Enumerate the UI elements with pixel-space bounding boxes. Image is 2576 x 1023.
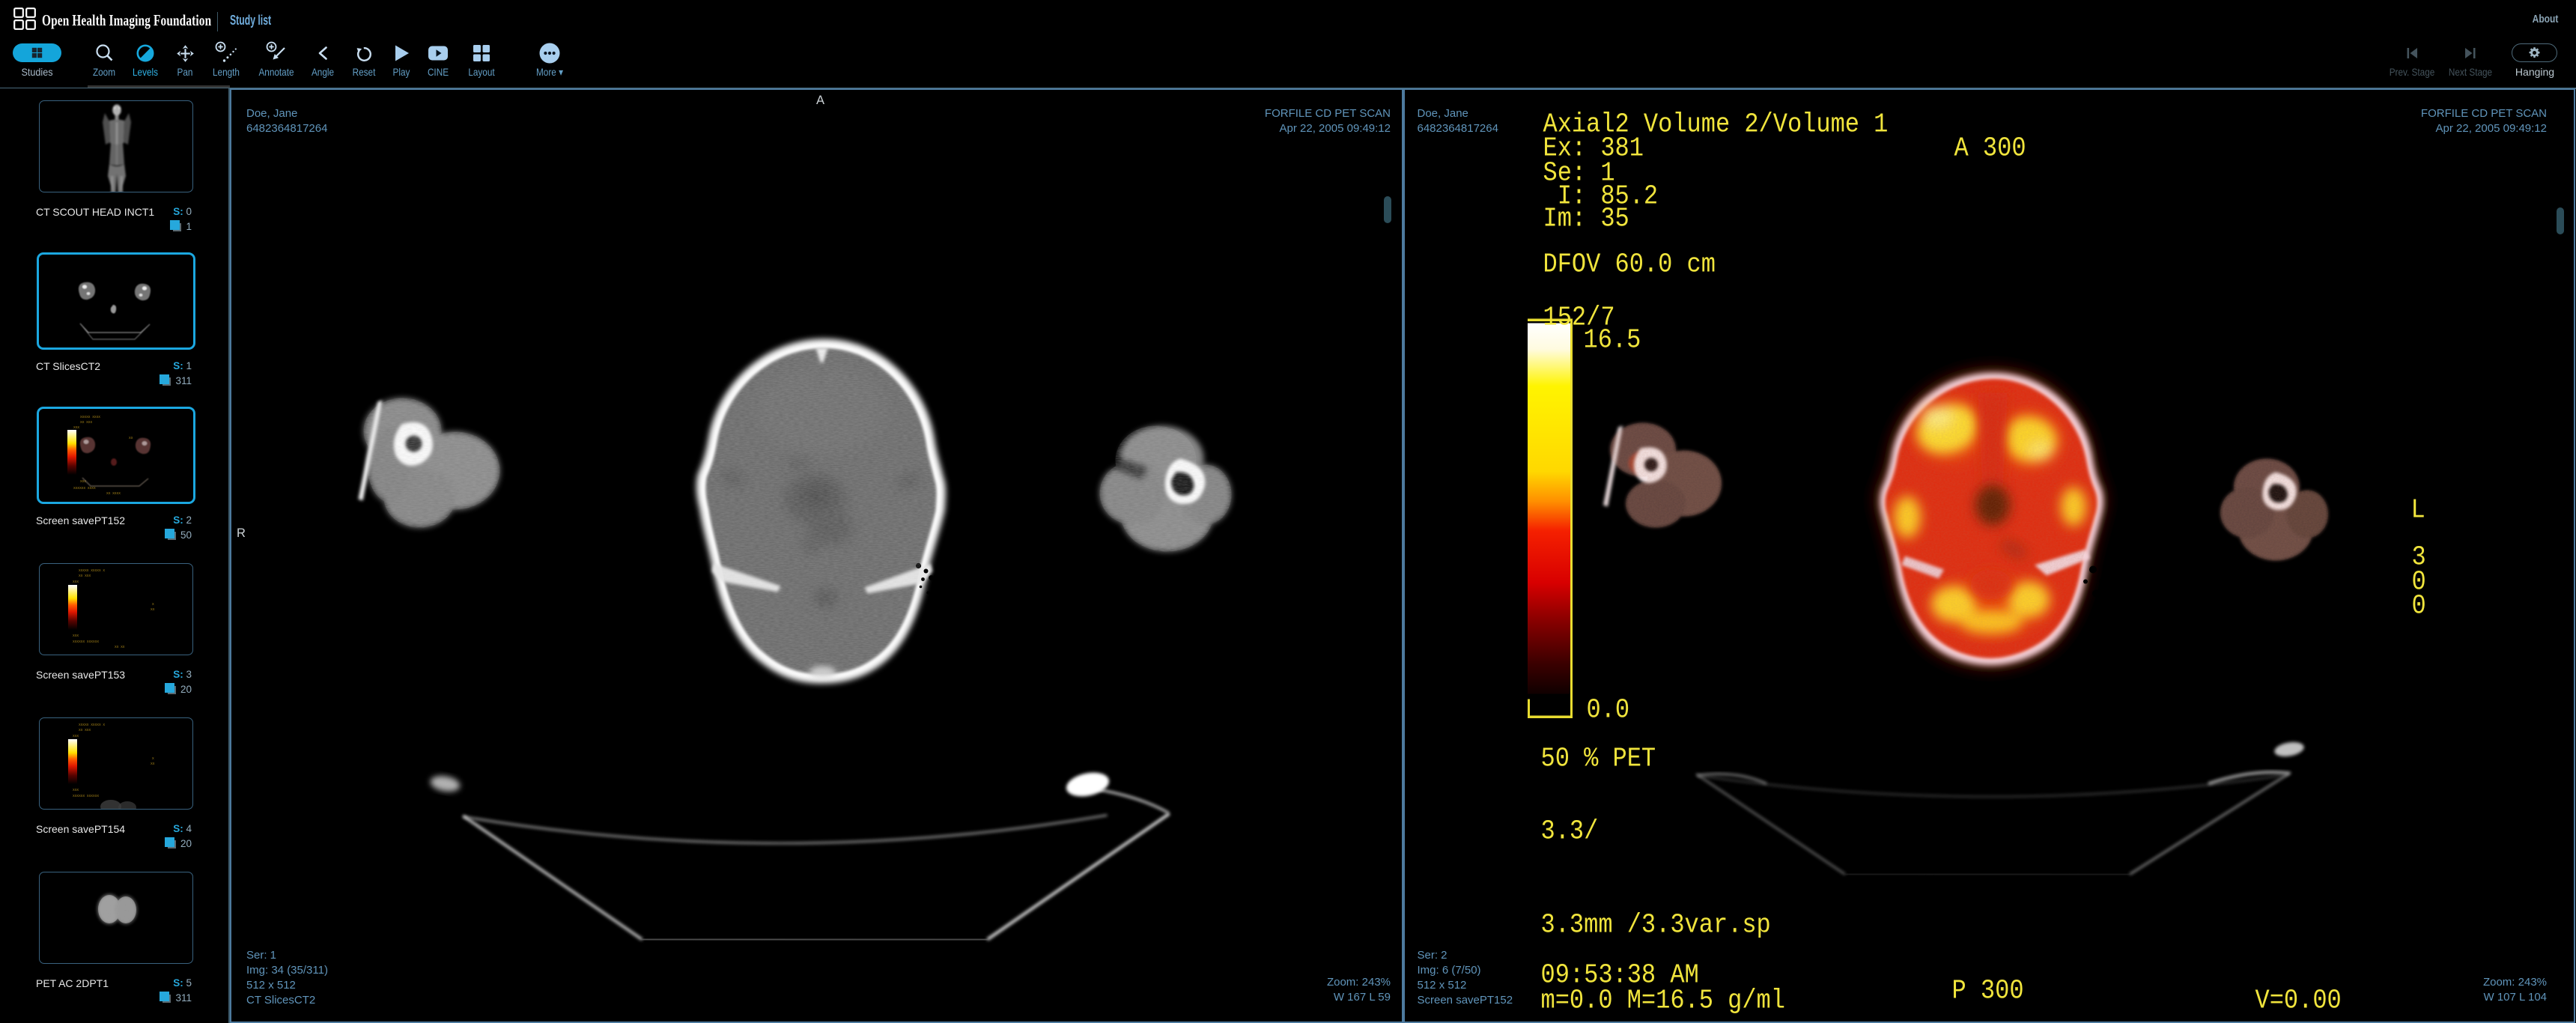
svg-text:XXX: XXX xyxy=(73,634,79,638)
svg-text:XXX: XXX xyxy=(73,788,79,792)
svg-text:XXX: XXX xyxy=(73,580,79,584)
svg-text:X: X xyxy=(152,756,154,761)
svg-text:XXXXXX XXXXXX: XXXXXX XXXXXX xyxy=(73,640,99,644)
svg-text:XX XXX: XX XXX xyxy=(79,728,91,732)
svg-text:XXXXX XXXXX X: XXXXX XXXXX X xyxy=(79,723,105,727)
svg-text:XXXXX XXXX: XXXXX XXXX xyxy=(80,415,100,419)
svg-text:XX: XX xyxy=(151,762,155,766)
svg-text:XX: XX xyxy=(151,607,155,612)
svg-text:XX XXX: XX XXX xyxy=(80,420,93,425)
svg-text:XXX: XXX xyxy=(80,479,86,484)
svg-text:XXXXXX XXXX: XXXXXX XXXX xyxy=(73,486,96,491)
svg-text:XX XX: XX XX xyxy=(115,645,125,649)
svg-text:XXX: XXX xyxy=(73,425,79,430)
svg-text:X: X xyxy=(152,602,154,607)
svg-text:XXXXX XXXXX X: XXXXX XXXXX X xyxy=(79,568,105,573)
svg-text:XX XXXX: XX XXXX xyxy=(106,491,121,496)
svg-text:XX: XX xyxy=(129,436,133,440)
svg-text:XXX: XXX xyxy=(73,734,79,738)
svg-text:XX XXX: XX XXX xyxy=(79,574,91,578)
svg-text:XXXXXX XXXXXX: XXXXXX XXXXXX xyxy=(73,794,99,798)
